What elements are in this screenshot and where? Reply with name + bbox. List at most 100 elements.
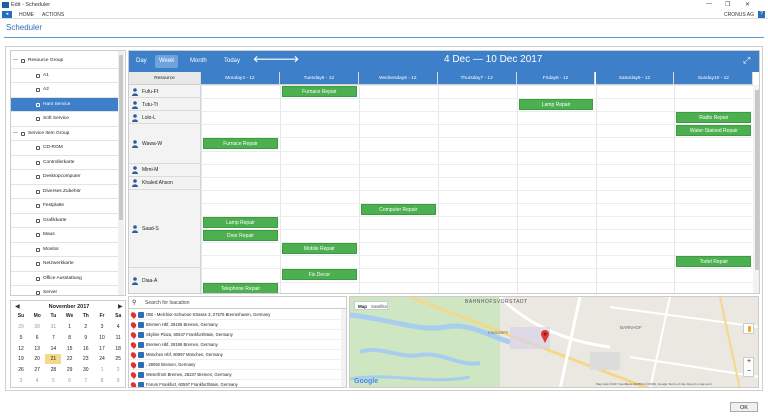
- calendar-day[interactable]: 29: [13, 322, 29, 332]
- calendar-day[interactable]: 6: [29, 333, 45, 343]
- scheduled-event[interactable]: Computer Repair: [360, 203, 436, 215]
- scheduled-event[interactable]: Door Repair: [203, 230, 278, 242]
- resource-row-header[interactable]: Khaled Ahson: [129, 176, 201, 190]
- calendar-day[interactable]: 2: [110, 365, 126, 375]
- calendar-day[interactable]: 25: [110, 354, 126, 364]
- calendar-day[interactable]: 7: [78, 376, 94, 386]
- zoom-out-button[interactable]: −: [747, 368, 751, 375]
- location-item[interactable]: Weserfront Bremen, 28237 Bremen, Germany: [129, 370, 341, 380]
- calendar-day[interactable]: 5: [13, 333, 29, 343]
- location-item[interactable]: München Hbf, 80997 München, Germany: [129, 350, 341, 360]
- scheduled-event[interactable]: Mobile Repair: [281, 243, 357, 255]
- scheduled-event[interactable]: Furnace Repair: [281, 86, 357, 97]
- calendar-day[interactable]: 2: [78, 322, 94, 332]
- prev-week-arrow-icon[interactable]: 🡐: [253, 54, 277, 65]
- help-icon[interactable]: ?: [758, 11, 765, 18]
- calendar-day[interactable]: 26: [13, 365, 29, 375]
- tree-item[interactable]: Desktopcomputer: [11, 170, 119, 185]
- map-tab[interactable]: Map: [358, 302, 367, 311]
- tree-item[interactable]: Maus: [11, 228, 119, 243]
- tree-item[interactable]: Festplatte: [11, 199, 119, 214]
- calendar-day[interactable]: 22: [62, 354, 78, 364]
- calendar-day[interactable]: 14: [45, 344, 61, 354]
- tree-item[interactable]: Hant Service: [11, 97, 119, 112]
- calendar-day[interactable]: 4: [110, 322, 126, 332]
- collapse-icon[interactable]: —: [13, 127, 18, 142]
- ok-button[interactable]: OK: [730, 402, 758, 412]
- tree-item[interactable]: Monitor: [11, 243, 119, 257]
- calendar-day[interactable]: 8: [62, 333, 78, 343]
- calendar-day[interactable]: 30: [29, 322, 45, 332]
- calendar-day[interactable]: 21: [45, 354, 62, 365]
- location-item[interactable]: Bremen Hbf, 28195 Bremen, Germany: [129, 340, 341, 350]
- calendar-day[interactable]: 19: [13, 354, 29, 364]
- calendar-day[interactable]: 10: [94, 333, 110, 343]
- calendar-day[interactable]: 17: [94, 344, 110, 354]
- tree-item[interactable]: Controllerkarte: [11, 156, 119, 170]
- tree-item[interactable]: Server: [11, 286, 119, 295]
- file-menu-button[interactable]: ◂: [2, 11, 12, 18]
- scheduled-event[interactable]: Telephone Repair: [203, 282, 278, 293]
- calendar-day[interactable]: 5: [45, 376, 61, 386]
- resource-row-header[interactable]: Saad-S: [129, 189, 201, 269]
- resource-row-header[interactable]: Fufu-Ff: [129, 85, 201, 99]
- resource-row-header[interactable]: Lolo-L: [129, 111, 201, 125]
- tree-item[interactable]: — Resource Group: [11, 54, 119, 69]
- scheduled-event[interactable]: Lamp Repair: [203, 217, 278, 228]
- calendar-day[interactable]: 30: [78, 365, 94, 375]
- calendar-day[interactable]: 11: [110, 333, 126, 343]
- tree-item[interactable]: — Service Item Group: [11, 127, 119, 142]
- street-view-icon[interactable]: [743, 323, 754, 334]
- tree-item[interactable]: Office Ausstattung: [11, 272, 119, 286]
- map-view[interactable]: Map Satellite BAHNHOFSVORSTADT FINDORFF …: [349, 296, 759, 388]
- location-item[interactable]: Skyline Plaza, 60547 Frankfurt/Main, Ger…: [129, 330, 341, 340]
- view-today-button[interactable]: Today: [220, 55, 244, 68]
- next-week-arrow-icon[interactable]: 🡒: [275, 54, 299, 65]
- location-scrollbar[interactable]: [341, 309, 346, 387]
- scheduled-event[interactable]: Furnace Repair: [203, 138, 278, 150]
- calendar-day[interactable]: 9: [78, 333, 94, 343]
- calendar-day[interactable]: 29: [62, 365, 78, 375]
- restore-icon[interactable]: ❐: [725, 1, 730, 8]
- company-name[interactable]: CRONUS AG: [724, 12, 754, 18]
- scheduled-event[interactable]: Todet Repair: [676, 256, 752, 268]
- resource-row-header[interactable]: Wawa-W: [129, 124, 201, 164]
- calendar-day[interactable]: 1: [94, 365, 110, 375]
- close-icon[interactable]: ✕: [745, 1, 750, 8]
- minimize-icon[interactable]: —: [706, 1, 712, 7]
- view-day-button[interactable]: Day: [132, 55, 151, 68]
- resource-row-header[interactable]: Tutu-Tt: [129, 98, 201, 112]
- scheduled-event[interactable]: Radio Repair: [676, 112, 752, 124]
- scheduled-event[interactable]: Lamp Repair: [518, 99, 594, 111]
- calendar-day[interactable]: 27: [29, 365, 45, 375]
- calendar-day[interactable]: 23: [78, 354, 94, 364]
- calendar-day[interactable]: 20: [29, 354, 45, 364]
- view-week-button[interactable]: Week: [155, 55, 179, 68]
- tree-item[interactable]: A2: [11, 83, 119, 98]
- calendar-day[interactable]: 3: [94, 322, 110, 332]
- tree-scrollbar[interactable]: [118, 51, 124, 295]
- scheduled-event[interactable]: Fix Decor: [281, 269, 357, 281]
- fullscreen-icon[interactable]: ⤢: [743, 55, 750, 66]
- location-item[interactable]: Bremen Hbf, 28195 Bremen, Germany: [129, 320, 341, 330]
- calendar-day[interactable]: 1: [62, 322, 78, 332]
- scheduler-scrollbar[interactable]: [753, 85, 759, 293]
- calendar-day[interactable]: 24: [94, 354, 110, 364]
- zoom-in-button[interactable]: +: [747, 358, 751, 365]
- collapse-icon[interactable]: —: [13, 54, 18, 69]
- location-search-input[interactable]: Search for loacation: [145, 300, 189, 306]
- calendar-day[interactable]: 13: [29, 344, 45, 354]
- resource-row-header[interactable]: Mimi-M: [129, 163, 201, 177]
- calendar-day[interactable]: 6: [62, 376, 78, 386]
- calendar-day[interactable]: 9: [110, 376, 126, 386]
- menu-home[interactable]: HOME: [19, 12, 34, 18]
- calendar-day[interactable]: 7: [45, 333, 61, 343]
- satellite-tab[interactable]: Satellite: [371, 302, 387, 311]
- calendar-day[interactable]: 8: [94, 376, 110, 386]
- tree-item[interactable]: Soft Service: [11, 112, 119, 127]
- tree-item[interactable]: Grafikkarte: [11, 214, 119, 228]
- calendar-day[interactable]: 18: [110, 344, 126, 354]
- location-item[interactable]: Forum Frankfurt, 60597 Frankfurt/Main, G…: [129, 380, 341, 387]
- location-item[interactable]: OBI - Melchior-Schwoon-Strasse 3, 27576 …: [129, 310, 341, 320]
- resource-row-header[interactable]: Diaa-A: [129, 268, 201, 293]
